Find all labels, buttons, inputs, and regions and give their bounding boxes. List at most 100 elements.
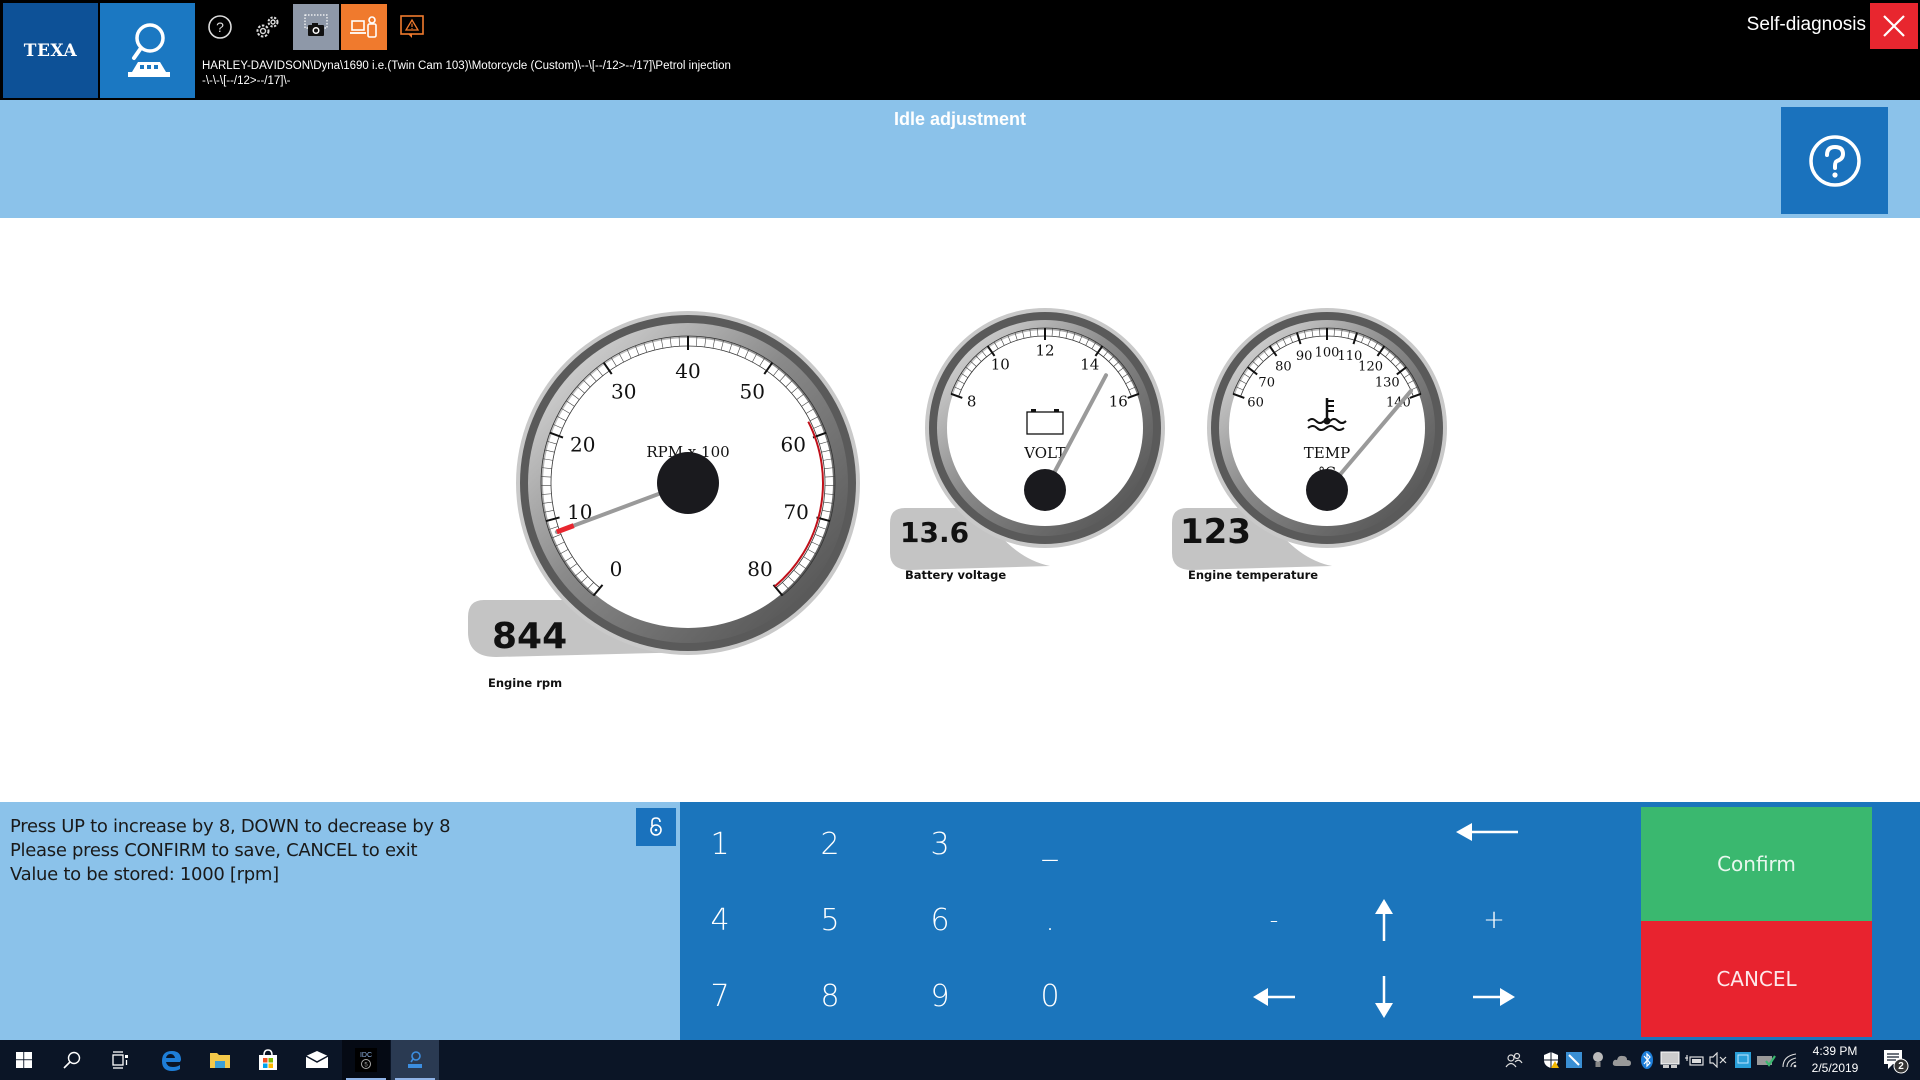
- taskbar-file-explorer[interactable]: [196, 1040, 244, 1080]
- message-line: Value to be stored: 1000 [rpm]: [10, 864, 279, 885]
- key-underscore[interactable]: _: [1010, 814, 1090, 874]
- sync-check-tray-icon[interactable]: [1755, 1048, 1777, 1072]
- vehicle-path-line1: HARLEY-DAVIDSON\Dyna\1690 i.e.(Twin Cam …: [202, 60, 731, 72]
- texa-logo: TEXA: [3, 3, 98, 98]
- taskbar-idc-app[interactable]: IDC 5: [342, 1040, 390, 1080]
- key-5[interactable]: 5: [790, 890, 870, 950]
- tick-label: 40: [675, 359, 700, 383]
- gauge-readout: 13.6: [900, 516, 970, 549]
- start-button[interactable]: [0, 1040, 48, 1080]
- idc-app-icon: IDC5: [355, 1048, 377, 1072]
- clock-date: 2/5/2019: [1811, 1061, 1859, 1075]
- key-6[interactable]: 6: [900, 890, 980, 950]
- top-bar: TEXA ? HARLEY-DAVIDSON\Dyna\1690 i.e.(Tw…: [0, 0, 1920, 100]
- volume-muted-icon[interactable]: [1707, 1048, 1729, 1072]
- battery-icon[interactable]: [1684, 1048, 1706, 1072]
- security-shield-icon[interactable]: [1540, 1048, 1562, 1072]
- plus-button[interactable]: +: [1454, 890, 1534, 950]
- needle-hub: [1024, 469, 1066, 511]
- mail-icon: [305, 1051, 329, 1068]
- minus-button[interactable]: -: [1234, 890, 1314, 950]
- gauge-label: Battery voltage: [905, 568, 1007, 582]
- tick-label: 50: [740, 379, 765, 403]
- action-center-button[interactable]: 2: [1874, 1044, 1912, 1076]
- cancel-button[interactable]: CANCEL: [1641, 921, 1872, 1037]
- key-3[interactable]: 3: [900, 814, 980, 874]
- confirm-button[interactable]: Confirm: [1641, 807, 1872, 921]
- taskbar: IDC 5 4:39 PM 2/5/2019 2: [0, 1040, 1920, 1080]
- gauge-label: Engine rpm: [488, 676, 563, 690]
- close-icon: [1883, 15, 1905, 37]
- taskbar-edge[interactable]: [147, 1040, 195, 1080]
- tick-label: 90: [1296, 349, 1313, 364]
- tools-tray-icon[interactable]: [1563, 1048, 1585, 1072]
- tick-label: 70: [783, 500, 808, 524]
- taskbar-clock[interactable]: 4:39 PM 2/5/2019: [1800, 1043, 1870, 1077]
- store-bag-icon: [259, 1049, 277, 1070]
- bulb-tray-icon[interactable]: [1587, 1048, 1609, 1072]
- svg-text:IDC: IDC: [360, 1052, 372, 1059]
- left-button[interactable]: [1234, 967, 1314, 1027]
- key-0[interactable]: 0: [1010, 966, 1090, 1026]
- cloud-tray-icon[interactable]: [1611, 1048, 1633, 1072]
- screenshot-toolbar-button[interactable]: [293, 4, 339, 50]
- battery-terminal: [1031, 409, 1036, 412]
- settings-toolbar-button[interactable]: [244, 4, 290, 50]
- gauge-label: Engine temperature: [1188, 568, 1319, 582]
- help-button[interactable]: [1781, 107, 1888, 214]
- texa-app-icon: [408, 1051, 422, 1068]
- network-settings-tray-icon[interactable]: [1732, 1048, 1754, 1072]
- settings-gears-icon: [256, 16, 279, 38]
- arrow-right-icon: [1473, 988, 1515, 1006]
- vehicle-search-icon: [127, 22, 170, 77]
- backspace-button[interactable]: [1448, 802, 1528, 862]
- up-button[interactable]: [1344, 890, 1424, 950]
- key-8[interactable]: 8: [790, 966, 870, 1026]
- gauge-battery-voltage: 8 10 12 14 16 VOLT 13.6 Battery voltage: [890, 308, 1180, 598]
- gauges-area: 0 10 20 30 40 50 60 70 80 RPM x 100 844 Engine rp…: [0, 218, 1920, 802]
- key-7[interactable]: 7: [680, 966, 760, 1026]
- lock-button[interactable]: [636, 808, 676, 846]
- notifications-icon: [1884, 1050, 1909, 1074]
- taskbar-mail[interactable]: [293, 1040, 341, 1080]
- tick-label: 8: [967, 393, 977, 411]
- bluetooth-icon[interactable]: [1636, 1048, 1658, 1072]
- tick-label: 60: [781, 433, 806, 457]
- page-title: Idle adjustment: [893, 109, 1027, 129]
- wifi-icon[interactable]: [1779, 1048, 1801, 1072]
- right-button[interactable]: [1454, 967, 1534, 1027]
- message-panel: Press UP to increase by 8, DOWN to decre…: [0, 802, 680, 1040]
- taskbar-search-button[interactable]: [48, 1040, 96, 1080]
- arrow-left-icon: [1253, 988, 1295, 1006]
- taskbar-store[interactable]: [244, 1040, 292, 1080]
- tick-label: 130: [1375, 375, 1400, 390]
- logo-text: TEXA: [23, 40, 78, 61]
- tick-label: 16: [1109, 393, 1128, 411]
- tick-label: 0: [610, 557, 623, 581]
- unlock-icon: [650, 817, 662, 836]
- alert-icon: [400, 15, 424, 38]
- tick-label: 14: [1080, 355, 1099, 373]
- tick-label: 120: [1358, 359, 1383, 374]
- key-dot[interactable]: .: [1010, 890, 1090, 950]
- down-button[interactable]: [1344, 967, 1424, 1027]
- key-1[interactable]: 1: [680, 814, 760, 874]
- task-view-button[interactable]: [96, 1040, 144, 1080]
- remote-assistance-toolbar-button[interactable]: [341, 4, 387, 50]
- display-tray-icon[interactable]: [1659, 1048, 1681, 1072]
- tick-label: 12: [1035, 341, 1054, 359]
- alert-toolbar-button[interactable]: [389, 4, 435, 50]
- close-button[interactable]: [1870, 3, 1918, 49]
- people-icon[interactable]: [1503, 1048, 1525, 1072]
- vehicle-search-button[interactable]: [100, 3, 195, 98]
- arrow-up-icon: [1375, 899, 1393, 941]
- bottom-panel: Press UP to increase by 8, DOWN to decre…: [0, 802, 1920, 1040]
- key-9[interactable]: 9: [900, 966, 980, 1026]
- help-toolbar-button[interactable]: ?: [197, 4, 243, 50]
- app-window: TEXA ? HARLEY-DAVIDSON\Dyna\1690 i.e.(Tw…: [0, 0, 1920, 1080]
- key-4[interactable]: 4: [680, 890, 760, 950]
- vehicle-path-line2: -\-\-\[--/12>--/17]\-: [202, 75, 291, 87]
- taskbar-texa-app[interactable]: [391, 1040, 439, 1080]
- svg-text:?: ?: [216, 19, 224, 35]
- key-2[interactable]: 2: [790, 814, 870, 874]
